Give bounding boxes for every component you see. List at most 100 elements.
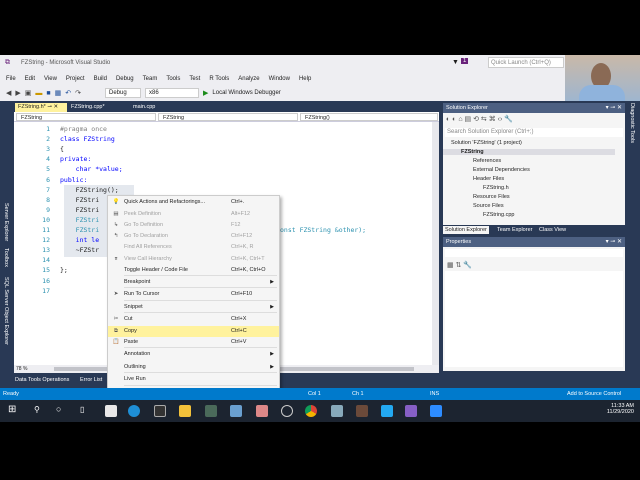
tree-external-dependencies[interactable]: External Dependencies: [473, 167, 530, 173]
chrome-icon[interactable]: [305, 405, 317, 417]
sql-server-object-explorer-tab[interactable]: SQL Server Object Explorer: [3, 277, 9, 345]
platform-dropdown[interactable]: x86: [145, 88, 200, 98]
menu-item-copy[interactable]: ⧉ Copy Ctrl+C: [108, 326, 279, 337]
menu-item-run-to-cursor[interactable]: ➤ Run To Cursor Ctrl+F10: [108, 289, 279, 300]
edge-icon[interactable]: [128, 405, 140, 417]
clock[interactable]: 11:33 AM 11/29/2020: [607, 403, 634, 415]
terminal-icon[interactable]: [154, 405, 166, 417]
menu-view[interactable]: View: [44, 76, 57, 82]
menu-item-paste[interactable]: 📋 Paste Ctrl+V: [108, 337, 279, 348]
menu-item-view-call-hierarchy[interactable]: ⌆ View Call Hierarchy Ctrl+K, Ctrl+T: [108, 254, 279, 265]
back-icon[interactable]: ◀: [6, 89, 11, 97]
forward-icon[interactable]: ▶: [15, 89, 20, 97]
visual-studio-icon[interactable]: [405, 405, 417, 417]
menu-item-quick-actions-and-refactorings[interactable]: 💡 Quick Actions and Refactorings... Ctrl+.: [108, 197, 279, 208]
start-debugger-button[interactable]: Local Windows Debugger: [212, 90, 280, 96]
app-icon[interactable]: [256, 405, 268, 417]
vscode-icon[interactable]: [381, 405, 393, 417]
tree-source-files[interactable]: Source Files: [473, 203, 504, 209]
project-dropdown[interactable]: FZString: [16, 113, 156, 121]
search-icon[interactable]: ⚲: [34, 405, 40, 414]
tab-solution-explorer[interactable]: Solution Explorer: [443, 226, 489, 234]
tree-header-files[interactable]: Header Files: [473, 176, 504, 182]
task-view-icon[interactable]: ▯: [80, 405, 84, 414]
menu-item-outlining[interactable]: Outlining ▶: [108, 362, 279, 373]
line-number: 2: [46, 135, 50, 144]
menu-debug[interactable]: Debug: [116, 76, 134, 82]
config-dropdown[interactable]: Debug: [105, 88, 142, 98]
save-all-icon[interactable]: ▦: [55, 89, 62, 97]
menu-item-annotation[interactable]: Annotation ▶: [108, 349, 279, 360]
tree-fzstring-cpp[interactable]: FZString.cpp: [483, 212, 514, 218]
solution-search-input[interactable]: Search Solution Explorer (Ctrl+;): [445, 128, 623, 137]
menu-file[interactable]: File: [6, 76, 16, 82]
properties-toolbar[interactable]: ▦ ⇅ 🔧: [447, 261, 472, 269]
tree-resource-files[interactable]: Resource Files: [473, 194, 510, 200]
play-icon[interactable]: ▶: [203, 89, 208, 97]
quick-launch-input[interactable]: Quick Launch (Ctrl+Q): [488, 57, 564, 68]
menu-team[interactable]: Team: [143, 76, 158, 82]
new-project-icon[interactable]: ▣: [25, 89, 32, 97]
class-dropdown[interactable]: FZString: [158, 113, 298, 121]
zoom-icon[interactable]: [430, 405, 442, 417]
tree-solution[interactable]: Solution 'FZString' (1 project): [451, 140, 522, 146]
editor-vertical-scrollbar[interactable]: [432, 122, 439, 365]
menu-item-breakpoint[interactable]: Breakpoint ▶: [108, 277, 279, 288]
file-explorer-icon[interactable]: [179, 405, 191, 417]
store-icon[interactable]: [105, 405, 117, 417]
tab-team-explorer[interactable]: Team Explorer: [497, 227, 532, 233]
menu-item-cut[interactable]: ✂ Cut Ctrl+X: [108, 314, 279, 325]
app-icon[interactable]: [331, 405, 343, 417]
save-icon[interactable]: ■: [46, 90, 50, 97]
cortana-icon[interactable]: ○: [56, 404, 61, 414]
notification-badge[interactable]: 1: [461, 58, 469, 64]
window-title: FZString - Microsoft Visual Studio: [21, 60, 111, 66]
tab-fzstring-h[interactable]: FZString.h* ⊸ ✕: [15, 103, 67, 112]
tab-main-cpp[interactable]: main.cpp: [130, 103, 158, 112]
zoom-level[interactable]: 78 %: [16, 366, 27, 372]
app-icon[interactable]: [281, 405, 293, 417]
close-icon[interactable]: ✕: [54, 104, 59, 110]
menu-project[interactable]: Project: [66, 76, 85, 82]
close-icon[interactable]: ▾ ⊸ ✕: [606, 104, 622, 111]
tree-project[interactable]: FZString: [443, 149, 615, 155]
menu-r-tools[interactable]: R Tools: [209, 76, 229, 82]
redo-icon[interactable]: ↷: [75, 89, 81, 97]
open-icon[interactable]: ▬: [35, 90, 42, 97]
virtualbox-icon[interactable]: [230, 405, 242, 417]
menu-item-snippet[interactable]: Snippet ▶: [108, 302, 279, 313]
app-icon[interactable]: [205, 405, 217, 417]
tree-references[interactable]: References: [473, 158, 501, 164]
menu-edit[interactable]: Edit: [25, 76, 35, 82]
menu-window[interactable]: Window: [269, 76, 290, 82]
diagnostic-tools-tab[interactable]: Diagnostic Tools: [629, 103, 635, 143]
add-to-source-control[interactable]: Add to Source Control: [567, 391, 621, 397]
tab-data-tools-operations[interactable]: Data Tools Operations: [15, 377, 69, 383]
tab-fzstring-cpp[interactable]: FZString.cpp*: [68, 103, 108, 112]
server-explorer-tab[interactable]: Server Explorer: [3, 203, 9, 241]
filter-icon[interactable]: ▼: [452, 59, 459, 66]
member-dropdown[interactable]: FZString(): [300, 113, 438, 121]
menu-item-toggle-header-code-file[interactable]: Toggle Header / Code File Ctrl+K, Ctrl+O: [108, 265, 279, 276]
close-icon[interactable]: ▾ ⊸ ✕: [606, 238, 622, 245]
menu-help[interactable]: Help: [299, 76, 311, 82]
pin-icon[interactable]: ⊸: [47, 104, 52, 110]
properties-object-dropdown[interactable]: [445, 249, 623, 257]
menu-analyze[interactable]: Analyze: [238, 76, 259, 82]
app-icon[interactable]: [356, 405, 368, 417]
menu-test[interactable]: Test: [189, 76, 200, 82]
menu-item-live-run[interactable]: Live Run: [108, 374, 279, 385]
menu-item-go-to-declaration[interactable]: ↰ Go To Declaration Ctrl+F12: [108, 231, 279, 242]
tab-error-list[interactable]: Error List: [80, 377, 102, 383]
undo-icon[interactable]: ↶: [65, 89, 71, 97]
windows-start-icon[interactable]: ⊞: [8, 404, 16, 415]
menu-item-find-all-references[interactable]: Find All References Ctrl+K, R: [108, 242, 279, 253]
menu-item-peek-definition[interactable]: ▤ Peek Definition Alt+F12: [108, 209, 279, 220]
menu-build[interactable]: Build: [94, 76, 107, 82]
solution-toolbar[interactable]: ◐ ◐ ⌂ ▤ ⟲ ⇆ ⌘ ‹› 🔧: [446, 115, 513, 123]
toolbox-tab[interactable]: Toolbox: [3, 248, 9, 267]
menu-tools[interactable]: Tools: [166, 76, 180, 82]
tree-fzstring-h[interactable]: FZString.h: [483, 185, 509, 191]
menu-item-go-to-definition[interactable]: ↳ Go To Definition F12: [108, 220, 279, 231]
tab-class-view[interactable]: Class View: [539, 227, 566, 233]
